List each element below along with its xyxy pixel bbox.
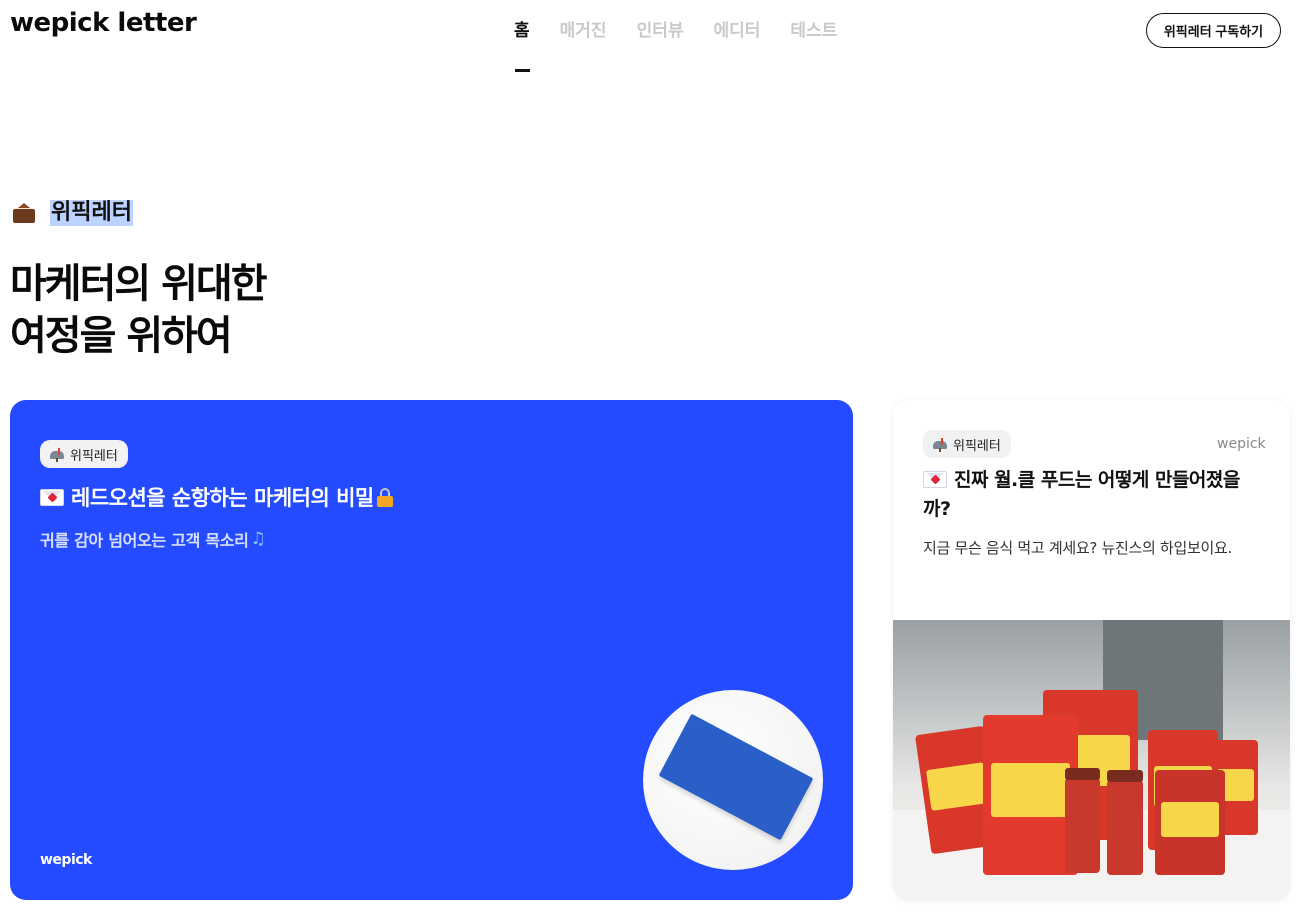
article-card[interactable]: 위픽레터 wepick 진짜 월.클 푸드는 어떻게 만들어졌을까? 지금 무슨… [893, 400, 1290, 900]
article-subtitle: 귀를 감아 넘어오는 고객 목소리 ♫ [40, 527, 266, 551]
love-letter-icon [40, 488, 64, 506]
featured-article-card[interactable]: 위픽레터 레드오션을 순항하는 마케터의 비밀 귀를 감아 넘어오는 고객 목소… [10, 400, 853, 900]
nav-editor[interactable]: 에디터 [713, 16, 760, 76]
article-tag-label: 위픽레터 [70, 448, 118, 464]
page-headline: 마케터의 위대한 여정을 위하여 [10, 258, 268, 362]
article-title-text: 레드오션을 순항하는 마케터의 비밀 [71, 486, 374, 510]
article-tag: 위픽레터 [923, 430, 1011, 458]
article-source: wepick [1217, 436, 1266, 452]
nav-interview[interactable]: 인터뷰 [637, 16, 684, 76]
section-label: 위픽레터 [12, 200, 133, 226]
mailbox-icon [933, 438, 947, 452]
love-letter-icon [923, 471, 947, 488]
article-description: 지금 무슨 음식 먹고 계세요? 뉴진스의 하입보이요. [923, 539, 1232, 557]
section-title: 위픽레터 [50, 200, 133, 226]
mailbox-icon [50, 448, 64, 462]
music-note-icon: ♫ [250, 529, 266, 549]
envelope-with-letter-icon [12, 201, 36, 225]
nav-home[interactable]: 홈 [514, 16, 530, 76]
lock-icon [376, 488, 393, 507]
subscribe-button[interactable]: 위픽레터 구독하기 [1146, 13, 1281, 48]
article-title-text: 진짜 월.클 푸드는 어떻게 만들어졌을까? [923, 469, 1240, 520]
article-subtitle-text: 귀를 감아 넘어오는 고객 목소리 [40, 531, 249, 550]
logo[interactable]: wepick letter [10, 8, 197, 38]
article-photo [893, 620, 1290, 900]
nav-test[interactable]: 테스트 [790, 16, 837, 76]
headline-line-2: 여정을 위하여 [10, 313, 233, 359]
nav-magazine[interactable]: 매거진 [560, 16, 607, 76]
article-tag: 위픽레터 [40, 440, 128, 468]
headline-line-1: 마케터의 위대한 [10, 261, 268, 307]
article-tag-label: 위픽레터 [953, 438, 1001, 454]
main-nav: 홈 매거진 인터뷰 에디터 테스트 [514, 16, 867, 76]
site-header: wepick letter 홈 매거진 인터뷰 에디터 테스트 위픽레터 구독하… [0, 0, 1309, 80]
article-title[interactable]: 레드오션을 순항하는 마케터의 비밀 [40, 482, 393, 512]
product-box [658, 713, 814, 841]
brand-label: wepick [40, 852, 92, 868]
product-image [643, 690, 823, 870]
article-title[interactable]: 진짜 월.클 푸드는 어떻게 만들어졌을까? [923, 466, 1263, 524]
